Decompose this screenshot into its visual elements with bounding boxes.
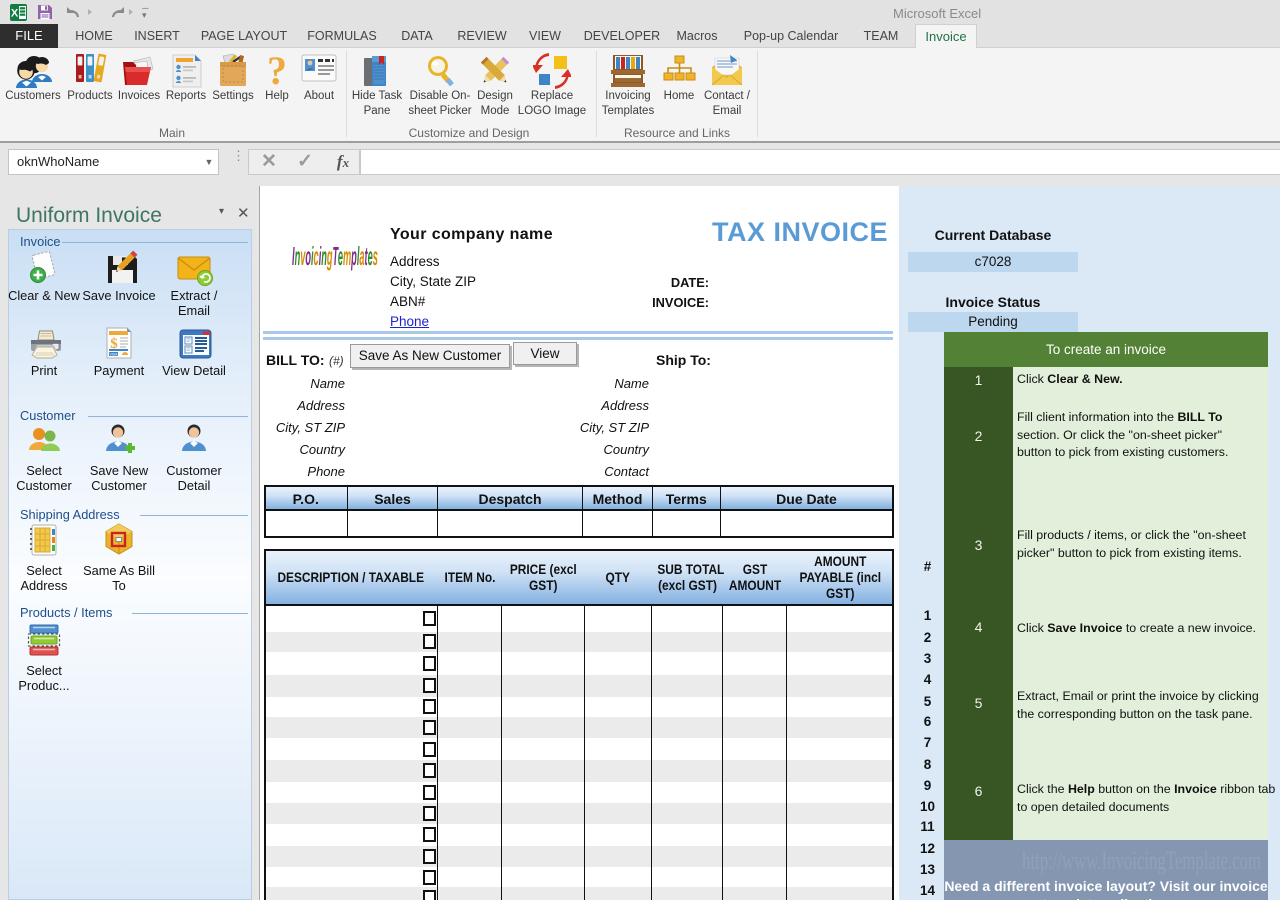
svg-text:?: ? — [267, 53, 287, 89]
svg-text:VISA: VISA — [110, 352, 119, 356]
svg-text:X: X — [11, 8, 19, 20]
